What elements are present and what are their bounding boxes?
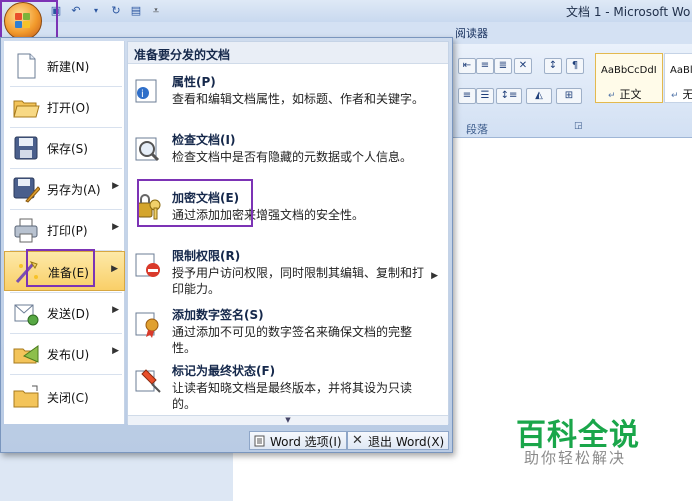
sub-desc: 通过添加不可见的数字签名来确保文档的完整性。 — [172, 325, 413, 355]
highlight-encrypt — [137, 179, 253, 227]
scroll-down-button[interactable]: ▼ — [128, 415, 448, 425]
close-icon: ✕ — [352, 433, 363, 448]
submenu-arrow-icon: ▶ — [112, 305, 119, 315]
restrict-icon — [135, 253, 160, 277]
mark-final-icon — [135, 369, 161, 393]
sub-title: 属性(P) — [172, 75, 216, 89]
publish-icon — [13, 345, 39, 364]
sub-title: 标记为最终状态(F) — [172, 364, 276, 378]
sub-desc: 检查文档中是否有隐藏的元数据或个人信息。 — [172, 150, 413, 164]
sub-inspect[interactable]: 检查文档(I) 检查文档中是否有隐藏的元数据或个人信息。 — [128, 131, 448, 175]
sub-title: 限制权限(R) — [172, 249, 241, 263]
cmd-label: 关闭(C) — [47, 391, 89, 405]
submenu-arrow-icon: ▶ — [112, 181, 119, 191]
cmd-save[interactable]: 保存(S) — [4, 128, 125, 168]
style-no-spacing[interactable]: AaBl ↵ 无 — [664, 53, 692, 103]
highlight-prepare — [26, 249, 95, 287]
chinese-layout-icon[interactable]: ✕ — [514, 58, 532, 74]
cmd-open[interactable]: 打开(O) — [4, 87, 125, 127]
window-title: 文档 1 - Microsoft Wo — [566, 5, 691, 19]
customize-toolbar-icon[interactable]: ⩡ — [148, 3, 164, 19]
sub-title: 检查文档(I) — [172, 133, 236, 147]
outdent-icon[interactable]: ⇤ — [458, 58, 476, 74]
sub-signature[interactable]: 添加数字签名(S) 通过添加不可见的数字签名来确保文档的完整性。 — [128, 306, 448, 362]
cmd-label: 发布(U) — [47, 348, 90, 362]
cmd-send[interactable]: 发送(D) ▶ — [4, 293, 125, 333]
style-sample: AaBl — [670, 65, 692, 76]
quick-access-toolbar: ▣ ↶ ▾ ↻ ▤ ⩡ — [48, 2, 164, 20]
title-bar: ▣ ↶ ▾ ↻ ▤ ⩡ 文档 1 - Microsoft Wo — [0, 0, 692, 22]
tab-reader[interactable]: 阅读器 — [455, 25, 488, 41]
cmd-close[interactable]: 关闭(C) — [4, 377, 125, 417]
style-name: 正文 — [619, 88, 642, 101]
style-sample: AaBbCcDdI — [601, 65, 657, 76]
new-document-icon — [17, 53, 36, 79]
submenu-arrow-icon: ▶ — [431, 271, 438, 281]
close-folder-icon — [13, 385, 39, 408]
submenu-header: 准备要分发的文档 — [128, 42, 448, 64]
save-disk-icon — [14, 136, 38, 160]
chevron-down-icon[interactable]: ▾ — [88, 3, 104, 19]
line-spacing-icon[interactable]: ↕≡ — [496, 88, 522, 104]
show-marks-icon[interactable]: ¶ — [566, 58, 584, 74]
office-menu: 新建(N) 打开(O) 保存(S) 另存为(A) ▶ 打印(P) ▶ 准备(E)… — [0, 37, 453, 453]
svg-text:i: i — [141, 89, 144, 100]
save-as-icon — [13, 177, 40, 203]
decrease-indent-icon[interactable]: ≡ — [476, 58, 494, 74]
cmd-label: 新建(N) — [47, 60, 90, 74]
sub-mark-final[interactable]: 标记为最终状态(F) 让读者知晓文档是最终版本，并将其设为只读的。 — [128, 362, 448, 414]
submenu-arrow-icon: ▶ — [112, 222, 119, 232]
sort-icon[interactable]: ↕ — [544, 58, 562, 74]
watermark-subtitle: 助你轻松解决 — [524, 449, 627, 467]
send-icon — [14, 304, 39, 326]
command-list: 新建(N) 打开(O) 保存(S) 另存为(A) ▶ 打印(P) ▶ 准备(E)… — [4, 41, 125, 424]
paragraph-mark-icon: ↵ — [671, 91, 679, 101]
redo-icon[interactable]: ↻ — [108, 3, 124, 19]
cmd-print[interactable]: 打印(P) ▶ — [4, 210, 125, 250]
separator — [10, 374, 122, 375]
shading-icon[interactable]: ◭ — [526, 88, 552, 104]
word-options-label: Word 选项(I) — [270, 434, 342, 449]
style-normal[interactable]: AaBbCcDdI ↵ 正文 — [595, 53, 663, 103]
print-preview-icon[interactable]: ▤ — [128, 3, 144, 19]
options-document-icon — [254, 435, 265, 447]
sub-restrict[interactable]: 限制权限(R) 授予用户访问权限，同时限制其编辑、复制和打印能力。 ▶ — [128, 247, 448, 303]
align-right-icon[interactable]: ≡ — [458, 88, 476, 104]
cmd-label: 另存为(A) — [47, 183, 101, 197]
prepare-submenu: 准备要分发的文档 i 属性(P) 查看和编辑文档属性，如标题、作者和关键字。 检… — [127, 41, 449, 425]
sub-desc: 让读者知晓文档是最终版本，并将其设为只读的。 — [172, 381, 413, 411]
cmd-label: 打开(O) — [47, 101, 90, 115]
increase-indent-icon[interactable]: ≣ — [494, 58, 512, 74]
sub-desc: 授予用户访问权限，同时限制其编辑、复制和打印能力。 — [172, 266, 425, 296]
border-icon[interactable]: ⊞ — [556, 88, 582, 104]
submenu-title: 准备要分发的文档 — [134, 48, 231, 62]
cmd-label: 保存(S) — [47, 142, 88, 156]
style-name: 无 — [682, 88, 692, 101]
sub-desc: 查看和编辑文档属性，如标题、作者和关键字。 — [172, 92, 425, 106]
paragraph-mark-icon: ↵ — [608, 91, 616, 101]
justify-icon[interactable]: ☰ — [476, 88, 494, 104]
undo-icon[interactable]: ↶ — [68, 3, 84, 19]
exit-word-button[interactable]: ✕ 退出 Word(X) — [347, 431, 450, 450]
menu-footer: Word 选项(I) ✕ 退出 Word(X) — [1, 428, 452, 452]
sub-title: 添加数字签名(S) — [172, 308, 264, 322]
cmd-label: 发送(D) — [47, 307, 90, 321]
sub-properties[interactable]: i 属性(P) 查看和编辑文档属性，如标题、作者和关键字。 — [128, 73, 448, 117]
open-folder-icon — [13, 100, 40, 118]
printer-icon — [14, 218, 38, 243]
dialog-launcher-icon[interactable]: ◲ — [574, 121, 583, 131]
word-options-button[interactable]: Word 选项(I) — [249, 431, 347, 450]
cmd-new[interactable]: 新建(N) — [4, 46, 125, 86]
paragraph-group-label: 段落 — [466, 123, 488, 136]
submenu-arrow-icon: ▶ — [112, 346, 119, 356]
signature-icon — [135, 312, 159, 338]
cmd-save-as[interactable]: 另存为(A) ▶ — [4, 169, 125, 209]
exit-word-label: 退出 Word(X) — [368, 434, 445, 449]
cmd-publish[interactable]: 发布(U) ▶ — [4, 334, 125, 374]
submenu-arrow-icon: ▶ — [111, 264, 118, 274]
inspect-icon — [135, 137, 160, 162]
properties-icon: i — [135, 79, 157, 103]
cmd-label: 打印(P) — [47, 224, 88, 238]
